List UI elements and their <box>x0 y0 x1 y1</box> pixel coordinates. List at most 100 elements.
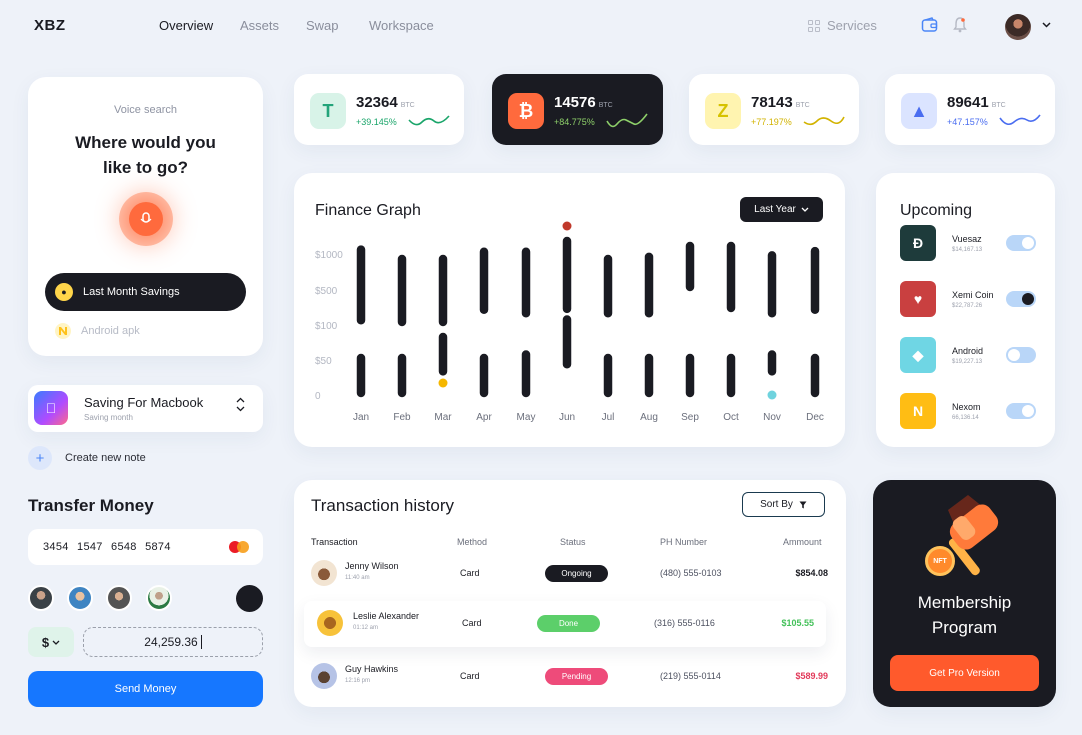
currency-symbol: $ <box>41 634 50 650</box>
upcoming-title: Upcoming <box>900 202 973 219</box>
amount-input[interactable]: 24,259.36 <box>83 627 263 657</box>
contact-avatar[interactable] <box>28 585 54 611</box>
column-header: PH Number <box>660 537 708 547</box>
user-avatar[interactable] <box>1005 14 1031 40</box>
currency-select[interactable]: $ <box>28 627 74 657</box>
coin-value: 32364 <box>356 94 398 111</box>
transaction-phone: (316) 555-0116 <box>654 618 715 628</box>
upcoming-toggle[interactable] <box>1006 291 1036 307</box>
upcoming-toggle[interactable] <box>1006 403 1036 419</box>
transaction-time: 01:12 am <box>353 625 379 631</box>
heart-coin-icon: ♥ <box>900 281 936 317</box>
table-row[interactable]: Jenny Wilson 11:40 am Card Ongoing (480)… <box>294 551 846 597</box>
contact-avatar[interactable] <box>106 585 132 611</box>
voice-search-card: Voice search Where would you like to go?… <box>28 77 263 356</box>
coin-card[interactable]: Z 78143 BTC +77.197% <box>689 74 859 145</box>
contact-avatar[interactable] <box>67 585 93 611</box>
coin-card[interactable]: ₿ 14576 BTC +84.775% <box>492 74 663 145</box>
coin-value: 14576 <box>554 94 596 111</box>
upcoming-name: Vuesaz <box>952 234 982 244</box>
finance-bars <box>356 221 820 400</box>
macbook-title: Saving For Macbook <box>84 395 204 410</box>
x-axis-label: Jul <box>601 412 615 423</box>
x-axis-label: Sep <box>681 412 699 423</box>
transaction-name: Leslie Alexander <box>353 611 420 621</box>
card-number-field[interactable]: 3454 1547 6548 5874 <box>28 529 263 565</box>
x-axis-label: Oct <box>723 412 739 423</box>
android-apk-item[interactable]: Android apk <box>55 323 140 339</box>
transaction-amount: $105.55 <box>781 618 814 628</box>
x-axis-label: Feb <box>393 412 411 423</box>
get-pro-button[interactable]: Get Pro Version <box>890 655 1039 691</box>
hammer-icon <box>948 495 999 576</box>
android-apk-label: Android apk <box>81 325 140 337</box>
chevron-down-icon[interactable] <box>1042 22 1051 28</box>
coin-unit: BTC <box>598 102 613 109</box>
coin-card[interactable]: ▲ 89641 BTC +47.157% <box>885 74 1055 145</box>
send-money-button[interactable]: Send Money <box>28 671 263 707</box>
table-row[interactable]: Guy Hawkins 12:16 pm Card Pending (219) … <box>294 654 846 700</box>
status-badge: Done <box>537 615 600 632</box>
nav-assets[interactable]: Assets <box>240 18 279 33</box>
upcoming-name: Xemi Coin <box>952 290 994 300</box>
chevron-down-icon <box>52 640 60 645</box>
saving-macbook-card[interactable]:  Saving For Macbook Saving month <box>28 385 263 432</box>
upcoming-toggle[interactable] <box>1006 347 1036 363</box>
coin-percent: +84.775% <box>554 117 595 127</box>
transaction-time: 12:16 pm <box>345 678 371 684</box>
nexom-icon <box>55 323 71 339</box>
android-icon: ◆ <box>900 337 936 373</box>
apple-icon:  <box>34 391 68 425</box>
nexom-icon: N <box>900 393 936 429</box>
column-header: Method <box>457 537 488 547</box>
nft-badge: NFT <box>925 546 955 576</box>
sparkline <box>999 114 1041 126</box>
x-axis-label: Aug <box>640 412 658 423</box>
table-row[interactable]: Leslie Alexander 01:12 am Card Done (316… <box>304 601 826 647</box>
macbook-subtitle: Saving month <box>84 413 133 422</box>
wallet-icon[interactable] <box>921 17 938 33</box>
contact-avatar[interactable] <box>146 585 172 611</box>
upcoming-amount: $14,167.13 <box>952 247 983 253</box>
savings-coin-icon: ● <box>55 283 73 301</box>
avatar <box>317 610 343 636</box>
app-logo[interactable]: XBZ <box>34 17 66 34</box>
add-contact-button[interactable] <box>236 585 263 612</box>
upcoming-amount: 66,136.14 <box>952 415 979 421</box>
transaction-amount: $589.99 <box>795 671 828 681</box>
create-note-button[interactable]: + Create new note <box>28 446 146 470</box>
services-menu[interactable]: Services <box>808 18 877 33</box>
transaction-phone: (219) 555-0114 <box>660 671 721 681</box>
upcoming-toggle[interactable] <box>1006 235 1036 251</box>
card-number: 3454 1547 6548 5874 <box>43 541 171 553</box>
sparkline <box>408 115 450 126</box>
sort-label: Sort By <box>760 499 793 510</box>
mic-button[interactable] <box>119 192 173 246</box>
nav-workspace[interactable]: Workspace <box>369 18 434 33</box>
transaction-name: Guy Hawkins <box>345 664 399 674</box>
sparkline <box>803 116 845 126</box>
transaction-method: Card <box>460 568 480 578</box>
nav-swap[interactable]: Swap <box>306 18 339 33</box>
create-note-label: Create new note <box>65 452 146 464</box>
upcoming-name: Nexom <box>952 402 981 412</box>
sort-by-button[interactable]: Sort By <box>742 492 825 517</box>
membership-title: Membership Program <box>917 593 1012 637</box>
coin-card[interactable]: T 32364 BTC +39.145% <box>294 74 464 145</box>
membership-card: NFT Membership Program Get Pro Version <box>873 480 1056 707</box>
coin-value: 78143 <box>751 94 793 111</box>
coin-unit: BTC <box>991 102 1006 109</box>
marker-dot <box>767 390 777 400</box>
upcoming-amount: $22,787.26 <box>952 303 983 309</box>
tether-icon: T <box>310 93 346 129</box>
transfer-title: Transfer Money <box>28 496 154 515</box>
x-axis-label: Jan <box>352 412 370 423</box>
nav-overview[interactable]: Overview <box>159 18 213 33</box>
last-month-savings-button[interactable]: ● Last Month Savings <box>45 273 246 311</box>
chevron-updown-icon[interactable] <box>236 397 245 415</box>
marker-dot <box>562 221 572 231</box>
transaction-phone: (480) 555-0103 <box>660 568 722 578</box>
transaction-history-title: Transaction history <box>311 496 454 515</box>
bell-icon[interactable] <box>953 16 967 33</box>
coin-percent: +77.197% <box>751 117 792 127</box>
